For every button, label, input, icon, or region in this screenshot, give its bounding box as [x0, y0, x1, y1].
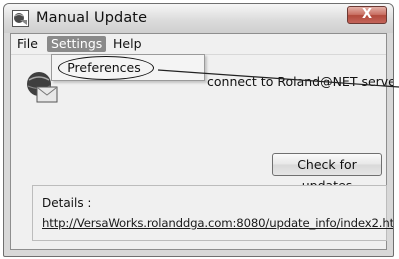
menu-item-preferences[interactable]: Preferences: [59, 60, 149, 76]
menu-file[interactable]: File: [13, 36, 42, 52]
menu-bar: File Settings Help: [11, 34, 386, 55]
menu-help[interactable]: Help: [109, 36, 146, 52]
status-text: connect to Roland@NET server.: [207, 74, 394, 89]
title-bar[interactable]: Manual Update X: [4, 4, 393, 33]
close-button[interactable]: X: [347, 6, 387, 24]
details-label: Details :: [42, 196, 92, 210]
client-area: File Settings Help connect to Roland@NET…: [10, 33, 393, 250]
details-panel: Details : http://VersaWorks.rolanddga.co…: [32, 185, 393, 241]
window-title: Manual Update: [36, 10, 148, 26]
manual-update-window: Manual Update X File Settings Help conne…: [3, 3, 394, 257]
details-link[interactable]: http://VersaWorks.rolanddga.com:8080/upd…: [42, 216, 393, 230]
settings-dropdown: Preferences: [51, 54, 205, 81]
roland-globe-icon: [12, 10, 29, 27]
menu-settings[interactable]: Settings: [47, 36, 107, 52]
check-for-updates-button[interactable]: Check for updates: [272, 153, 382, 193]
